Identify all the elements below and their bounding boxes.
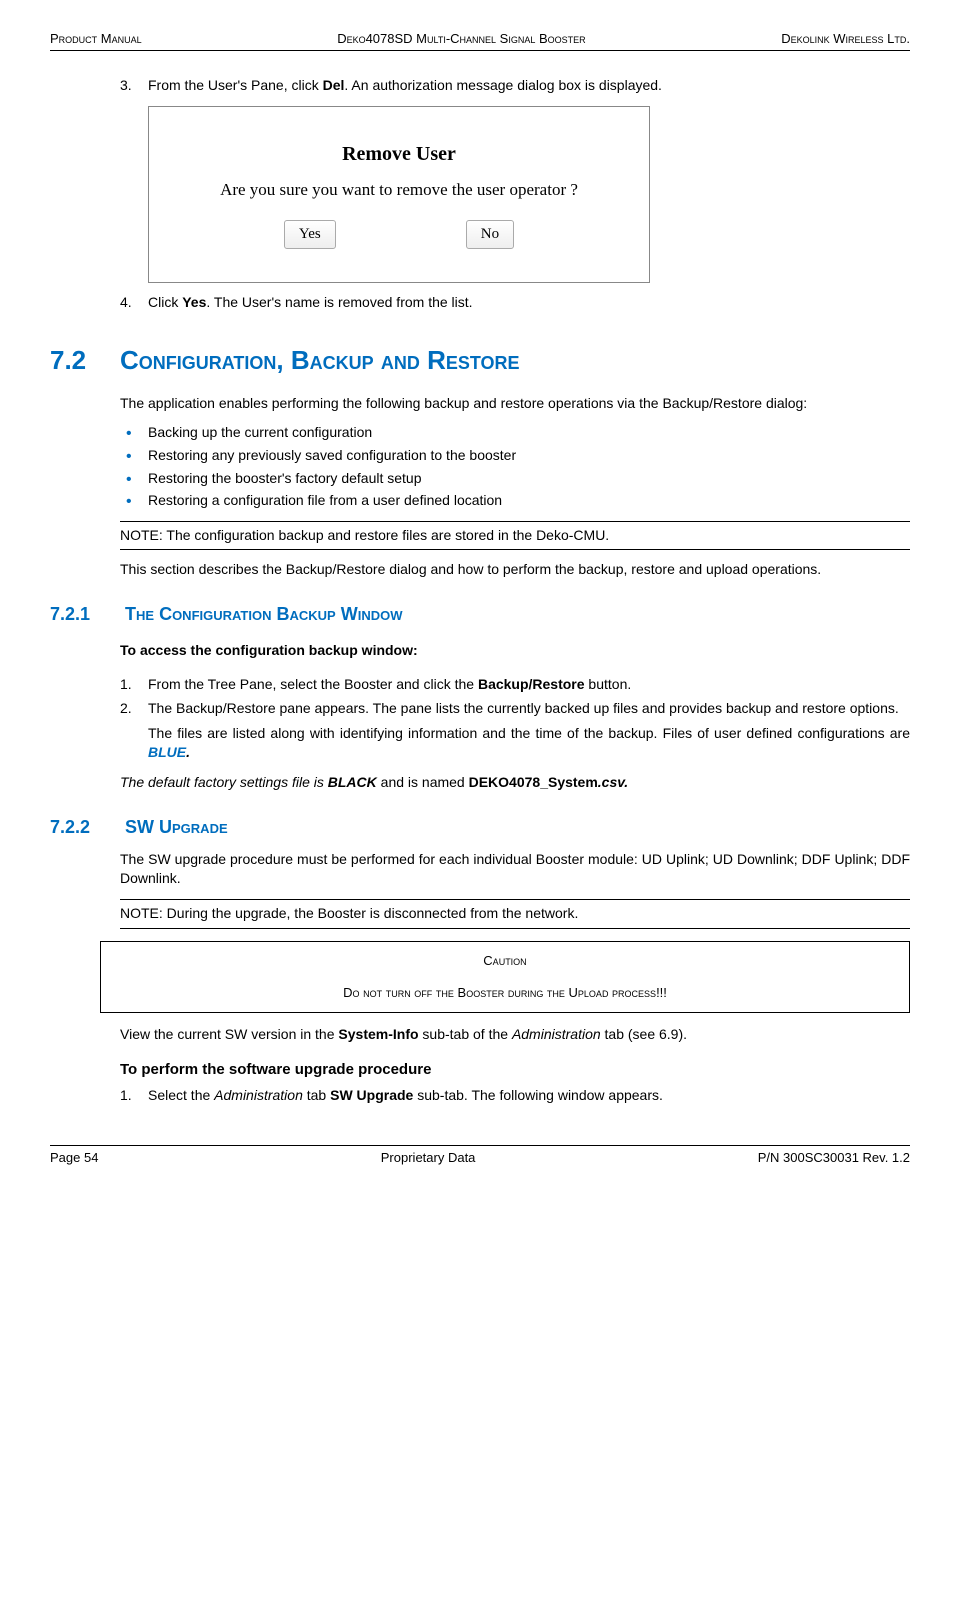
view-version: View the current SW version in the Syste… [120,1025,910,1045]
step-number: 3. [120,76,148,96]
section-number: 7.2.2 [50,815,120,840]
bullet-list: Backing up the current configuration Res… [120,423,910,510]
remove-user-dialog: Remove User Are you sure you want to rem… [148,106,650,283]
step-1: 1. From the Tree Pane, select the Booste… [120,675,910,695]
proc-step-1: 1. Select the Administration tab SW Upgr… [120,1086,910,1106]
step-text: The Backup/Restore pane appears. The pan… [148,699,910,719]
section-title: Configuration, Backup and Restore [120,342,520,378]
step-number: 2. [120,699,148,719]
no-button[interactable]: No [466,220,514,249]
section-7-2-2: 7.2.2 SW Upgrade [120,815,910,840]
caution-box: Caution Do not turn off the Booster duri… [100,941,910,1013]
section-7-2: 7.2 Configuration, Backup and Restore [120,342,910,378]
access-heading: To access the configuration backup windo… [120,641,910,661]
note: NOTE: During the upgrade, the Booster is… [120,899,910,929]
yes-button[interactable]: Yes [284,220,336,249]
sw-intro: The SW upgrade procedure must be perform… [120,850,910,889]
list-item: Restoring the booster's factory default … [120,469,910,489]
step-text: From the Tree Pane, select the Booster a… [148,675,910,695]
page-footer: Page 54 Proprietary Data P/N 300SC30031 … [50,1145,910,1167]
section-desc: This section describes the Backup/Restor… [120,560,910,580]
header-right: Dekolink Wireless Ltd. [781,30,910,48]
section-number: 7.2.1 [50,602,120,627]
step-3: 3. From the User's Pane, click Del. An a… [120,76,910,96]
dialog-title: Remove User [342,140,456,168]
section-7-2-1: 7.2.1 The Configuration Backup Window [120,602,910,627]
footer-right: P/N 300SC30031 Rev. 1.2 [758,1149,910,1167]
section-title: The Configuration Backup Window [125,604,402,624]
list-item: Restoring a configuration file from a us… [120,491,910,511]
procedure-heading: To perform the software upgrade procedur… [120,1059,910,1080]
step-2-sub: The files are listed along with identify… [120,724,910,763]
section-title: SW Upgrade [125,817,228,837]
step-4: 4. Click Yes. The User's name is removed… [120,293,910,313]
default-file-note: The default factory settings file is BLA… [120,773,910,793]
header-center: Deko4078SD Multi-Channel Signal Booster [337,30,585,48]
list-item: Restoring any previously saved configura… [120,446,910,466]
caution-text: Do not turn off the Booster during the U… [111,984,899,1002]
note: NOTE: The configuration backup and resto… [120,521,910,551]
footer-center: Proprietary Data [381,1149,476,1167]
step-number: 1. [120,1086,148,1106]
footer-left: Page 54 [50,1149,98,1167]
section-intro: The application enables performing the f… [120,394,910,414]
page-header: Product Manual Deko4078SD Multi-Channel … [50,30,910,51]
list-item: Backing up the current configuration [120,423,910,443]
dialog-message: Are you sure you want to remove the user… [220,178,578,202]
caution-title: Caution [111,952,899,970]
section-number: 7.2 [50,342,120,378]
step-2: 2. The Backup/Restore pane appears. The … [120,699,910,719]
step-number: 4. [120,293,148,313]
step-text: From the User's Pane, click Del. An auth… [148,76,910,96]
header-left: Product Manual [50,30,142,48]
step-subtext: The files are listed along with identify… [148,724,910,763]
step-text: Select the Administration tab SW Upgrade… [148,1086,910,1106]
step-number: 1. [120,675,148,695]
step-text: Click Yes. The User's name is removed fr… [148,293,910,313]
